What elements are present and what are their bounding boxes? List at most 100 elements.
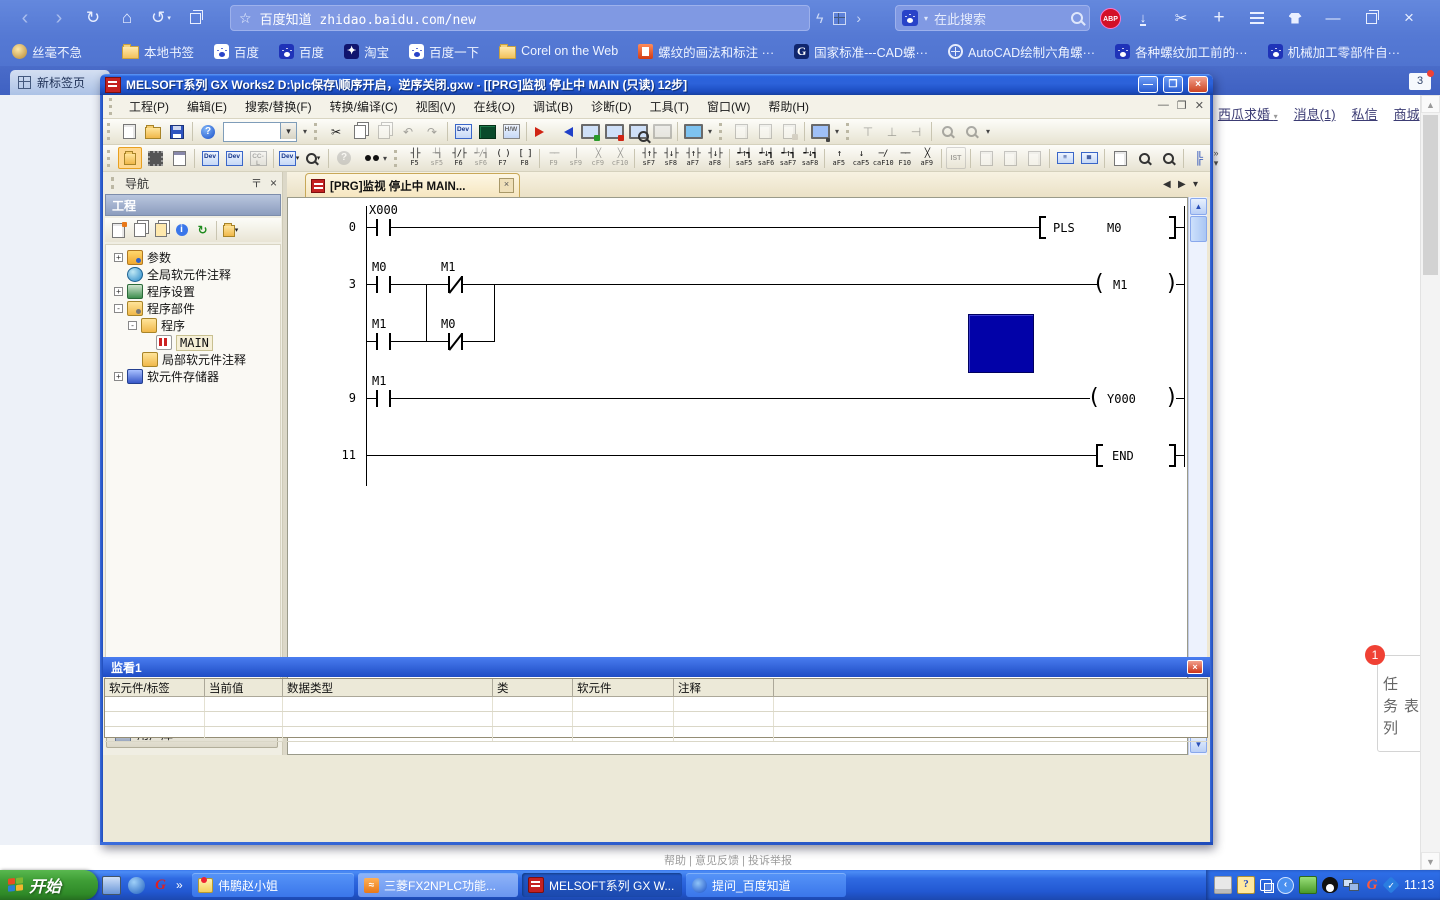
device-display-icon[interactable]: Dev▾ xyxy=(278,148,300,168)
menu-window[interactable]: 窗口(W) xyxy=(699,95,758,118)
adblock-icon[interactable]: ABP xyxy=(1100,8,1121,29)
ladder-open-contact-button[interactable]: ┤├F5 xyxy=(404,146,426,171)
page-scrollbar-thumb[interactable] xyxy=(1423,115,1438,275)
ladder-next-icon[interactable] xyxy=(778,122,800,142)
bookmark-threads[interactable]: 各种螺纹加工前的··· xyxy=(1115,42,1248,61)
tree-item-global-comment[interactable]: 全局软元件注释 xyxy=(127,266,231,283)
ladder-close-contact-button[interactable]: ┤/├F6 xyxy=(448,146,470,171)
ladder-pulse-fall-button[interactable]: ┤↓├sF8 xyxy=(660,146,682,171)
task-weipeng[interactable]: 伟鹏赵小姐 xyxy=(192,873,354,897)
expand-icon[interactable]: + xyxy=(114,253,123,262)
gougou-icon[interactable]: G xyxy=(152,877,169,893)
ladder-del-hline-button[interactable]: ╳cF9 xyxy=(587,146,609,171)
scroll-up-icon[interactable]: ▲ xyxy=(1190,198,1207,215)
inline-st-icon[interactable] xyxy=(975,148,997,168)
favorite-star-icon[interactable]: ☆ xyxy=(239,10,252,27)
link-mall[interactable]: 商城 xyxy=(1394,104,1420,123)
flash-play-icon[interactable]: ϟ xyxy=(816,10,823,26)
nav-paste-icon[interactable] xyxy=(151,221,170,239)
read-from-plc-icon[interactable] xyxy=(555,122,577,142)
minimize-button[interactable]: — xyxy=(1138,76,1158,93)
forward-icon[interactable]: › xyxy=(44,5,74,31)
address-bar[interactable]: ☆ 百度知道 zhidao.baidu.com/new xyxy=(230,5,810,31)
find-contact-icon[interactable] xyxy=(1133,148,1155,168)
monitor-mode-icon[interactable] xyxy=(651,122,673,142)
menu-icon[interactable] xyxy=(1241,5,1273,31)
ladder-vline-button[interactable]: │sF9 xyxy=(565,146,587,171)
tab-scroll-right-icon[interactable]: ▶ xyxy=(1178,179,1186,190)
nc-contact-M1[interactable] xyxy=(448,276,463,293)
toolbar-more-icon[interactable]: »▾ xyxy=(1211,148,1221,169)
tree-item-main[interactable]: MAIN xyxy=(156,334,213,351)
bookmark-autocad[interactable]: AutoCAD绘制六角螺··· xyxy=(948,42,1095,61)
insert-col-icon[interactable]: ⊣ xyxy=(905,122,927,142)
collapse-icon[interactable]: - xyxy=(114,304,123,313)
page-scrollbar[interactable]: ▲ ▼ xyxy=(1420,95,1440,870)
help2-icon[interactable]: ? xyxy=(333,148,355,168)
expand-icon[interactable]: + xyxy=(114,372,123,381)
task-list-tab[interactable]: 任务列表 xyxy=(1377,655,1423,752)
pc-mouse-icon[interactable] xyxy=(809,122,831,142)
bookmark-local[interactable]: 本地书签 xyxy=(122,42,194,61)
ladder-coil-button[interactable]: ( )F7 xyxy=(492,146,514,171)
task-zhidao[interactable]: 提问_百度知道 xyxy=(686,873,846,897)
copy-icon[interactable] xyxy=(349,122,371,142)
ladder-hline-write-button[interactable]: ──F10 xyxy=(894,146,916,171)
instruction-name[interactable]: END xyxy=(1112,449,1134,463)
paste-icon[interactable] xyxy=(373,122,395,142)
melsoft-titlebar[interactable]: MELSOFT系列 GX Works2 D:\plc保存\顺序开启，逆序关闭.g… xyxy=(100,74,1213,95)
ladder-application-button[interactable]: [ ]F8 xyxy=(514,146,536,171)
expand-icon[interactable]: + xyxy=(114,287,123,296)
coil-operand[interactable]: M1 xyxy=(1113,278,1127,292)
insert-row-icon[interactable]: ⊤ xyxy=(857,122,879,142)
ladder-hline-button[interactable]: ──F9 xyxy=(543,146,565,171)
tree-item-local-comment[interactable]: 局部软元件注释 xyxy=(142,351,246,368)
coil-operand[interactable]: Y000 xyxy=(1107,392,1136,406)
tab-count-badge[interactable]: 3 xyxy=(1409,73,1431,90)
toolbar-overflow-icon[interactable]: ▾ xyxy=(705,127,715,136)
screenshot-icon[interactable]: ✂ xyxy=(1165,5,1197,31)
menu-edit[interactable]: 编辑(E) xyxy=(179,95,235,118)
ie-browser-icon[interactable] xyxy=(128,877,145,894)
sampling-icon[interactable] xyxy=(960,122,982,142)
edit-block1-icon[interactable] xyxy=(999,148,1021,168)
bookmark-machining[interactable]: 机械加工零部件自··· xyxy=(1268,42,1401,61)
show-desktop-icon[interactable] xyxy=(102,876,121,895)
device-find2-icon[interactable]: Dev xyxy=(199,148,221,168)
qq-shield-icon[interactable] xyxy=(1383,877,1400,894)
start-button[interactable]: 开始 xyxy=(0,870,98,900)
watch-titlebar[interactable]: 监看1 × xyxy=(103,657,1210,677)
menu-project[interactable]: 工程(P) xyxy=(121,95,177,118)
write-to-plc-icon[interactable] xyxy=(531,122,553,142)
nav-sort-icon[interactable]: ▾ xyxy=(221,221,240,239)
ladder-invert-rise-button[interactable]: ↑aF5 xyxy=(828,146,850,171)
col-current-value[interactable]: 当前值 xyxy=(205,679,283,696)
ladder-scrollbar-thumb[interactable] xyxy=(1190,216,1207,242)
instruction-name[interactable]: PLS xyxy=(1053,221,1075,235)
close-icon[interactable]: × xyxy=(270,176,277,190)
ladder-pulse-rise-button[interactable]: ┤↑├sF7 xyxy=(638,146,660,171)
no-contact-M1-parallel[interactable] xyxy=(376,333,391,350)
quick-launch-more-icon[interactable]: » xyxy=(176,878,183,892)
menu-help[interactable]: 帮助(H) xyxy=(760,95,817,118)
document-tab-main[interactable]: [PRG]监视 停止中 MAIN... × xyxy=(305,173,520,197)
device-find-icon[interactable]: Dev xyxy=(452,122,474,142)
ladder-back-icon[interactable] xyxy=(754,122,776,142)
collapse-icon[interactable]: - xyxy=(128,321,137,330)
tab-list-icon[interactable]: ▾ xyxy=(1193,179,1198,190)
tree-item-device-memory[interactable]: + 软元件存储器 xyxy=(114,368,219,385)
melsoft-app-icon[interactable] xyxy=(105,77,121,93)
doc-gen-icon[interactable] xyxy=(1109,148,1131,168)
find-coil-icon[interactable] xyxy=(1157,148,1179,168)
tree-item-program-setting[interactable]: + 程序设置 xyxy=(114,283,195,300)
bookmark-baidu1[interactable]: 百度 xyxy=(214,42,259,61)
tab-close-icon[interactable]: × xyxy=(499,178,514,193)
ladder-close-branch-button[interactable]: ┵/┪sF6 xyxy=(470,146,492,171)
back-icon[interactable]: ‹ xyxy=(10,5,40,31)
window-restore-icon[interactable] xyxy=(1355,5,1387,31)
work-window-icon[interactable] xyxy=(168,148,190,168)
scroll-down-icon[interactable]: ▼ xyxy=(1421,852,1440,870)
bookmark-gb-cad[interactable]: G国家标准---CAD螺··· xyxy=(794,42,928,61)
no-contact-X000[interactable] xyxy=(376,219,391,236)
close-button[interactable]: × xyxy=(1188,76,1208,93)
